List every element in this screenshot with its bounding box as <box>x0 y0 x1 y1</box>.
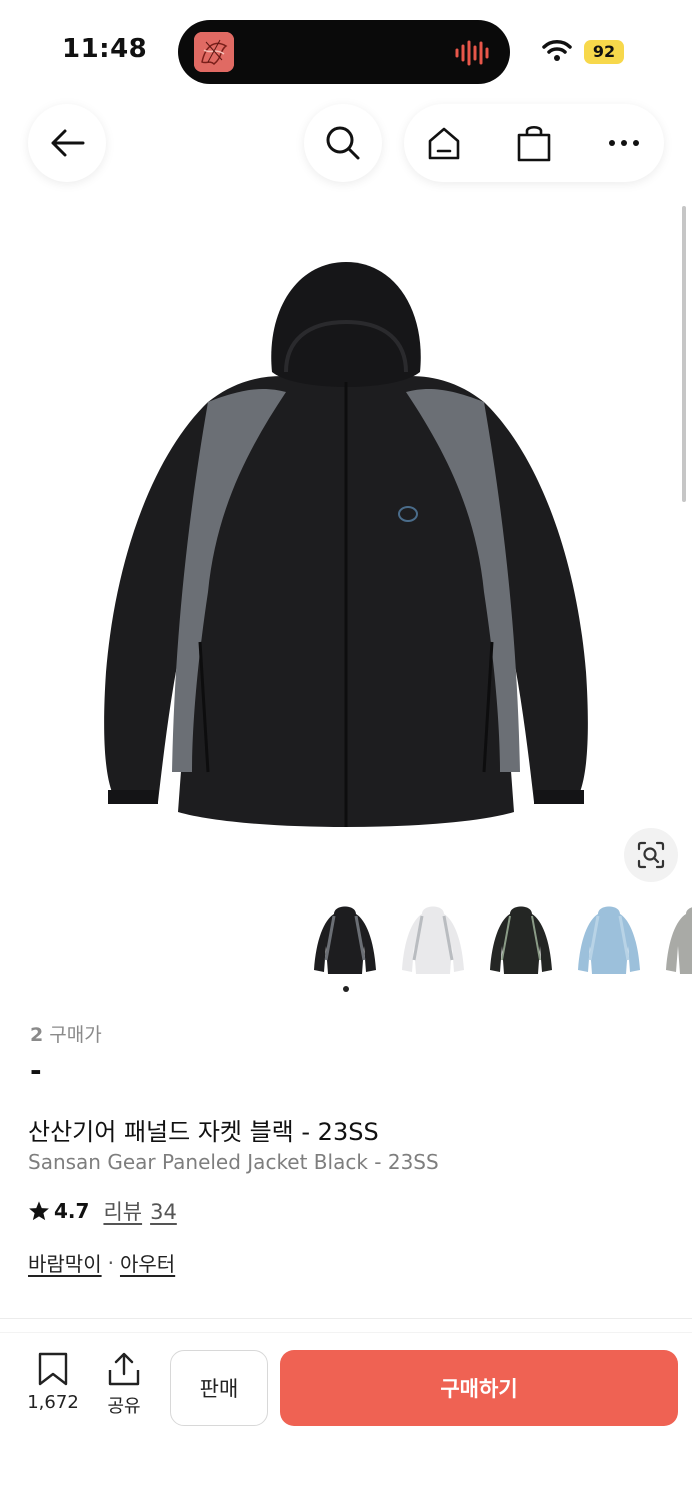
thumbnail-black[interactable] <box>312 900 378 980</box>
trade-count-label: 구매가 <box>49 1024 102 1046</box>
product-title-ko: 산산기어 패널드 자켓 블랙 - 23SS <box>28 1118 379 1146</box>
cart-button[interactable] <box>514 123 554 163</box>
carousel-indicator-dot <box>343 986 349 992</box>
wifi-icon <box>542 40 572 61</box>
review-link[interactable]: 리뷰 34 <box>103 1196 176 1226</box>
more-button[interactable] <box>604 123 644 163</box>
share-button[interactable]: 공유 <box>100 1352 148 1422</box>
battery-icon: 92 <box>584 40 624 64</box>
buy-button[interactable]: 구매하기 <box>280 1350 678 1426</box>
trade-count: 2 구매가 <box>30 1020 102 1047</box>
category-separator: · <box>107 1250 114 1275</box>
star-icon <box>29 1201 49 1221</box>
review-label: 리뷰 <box>103 1200 143 1224</box>
album-art-icon <box>194 32 234 72</box>
share-label: 공유 <box>107 1396 141 1417</box>
back-button[interactable] <box>28 104 106 182</box>
divider <box>0 1332 692 1333</box>
home-icon <box>428 127 460 160</box>
share-icon <box>108 1352 140 1386</box>
shopping-bag-icon <box>517 125 551 162</box>
dynamic-island[interactable] <box>178 20 510 84</box>
bookmark-button[interactable]: 1,672 <box>24 1352 82 1422</box>
review-count: 34 <box>150 1200 177 1224</box>
price: - <box>30 1054 42 1087</box>
bottom-action-bar: 1,672 공유 판매 구매하기 <box>0 1334 692 1500</box>
scroll-indicator[interactable] <box>682 206 686 502</box>
rating-row: 4.7 리뷰 34 <box>28 1196 177 1226</box>
divider <box>0 1318 692 1319</box>
audio-wave-icon <box>455 40 489 66</box>
thumbnail-dark-green[interactable] <box>488 900 554 980</box>
bookmark-count: 1,672 <box>27 1392 79 1413</box>
more-icon <box>609 140 639 146</box>
thumbnail-gray[interactable] <box>664 900 692 980</box>
category-link-windbreaker[interactable]: 바람막이 <box>28 1248 102 1277</box>
nav-action-group <box>404 104 664 182</box>
product-image[interactable] <box>96 252 596 842</box>
image-search-button[interactable] <box>624 828 678 882</box>
search-icon <box>326 126 360 160</box>
category-link-outer[interactable]: 아우터 <box>120 1248 175 1277</box>
search-button[interactable] <box>304 104 382 182</box>
status-time: 11:48 <box>62 34 148 64</box>
category-breadcrumb: 바람막이 · 아우터 <box>28 1248 175 1277</box>
image-search-icon <box>637 841 665 869</box>
back-arrow-icon <box>51 129 85 157</box>
thumbnail-carousel[interactable] <box>312 900 692 980</box>
sell-button[interactable]: 판매 <box>170 1350 268 1426</box>
status-bar: 11:48 92 <box>0 0 692 100</box>
bookmark-icon <box>38 1352 68 1386</box>
trade-count-value: 2 <box>30 1024 44 1046</box>
thumbnail-light-blue[interactable] <box>576 900 642 980</box>
home-button[interactable] <box>424 123 464 163</box>
rating-value: 4.7 <box>54 1199 90 1223</box>
product-title-en: Sansan Gear Paneled Jacket Black - 23SS <box>28 1150 439 1174</box>
thumbnail-white[interactable] <box>400 900 466 980</box>
